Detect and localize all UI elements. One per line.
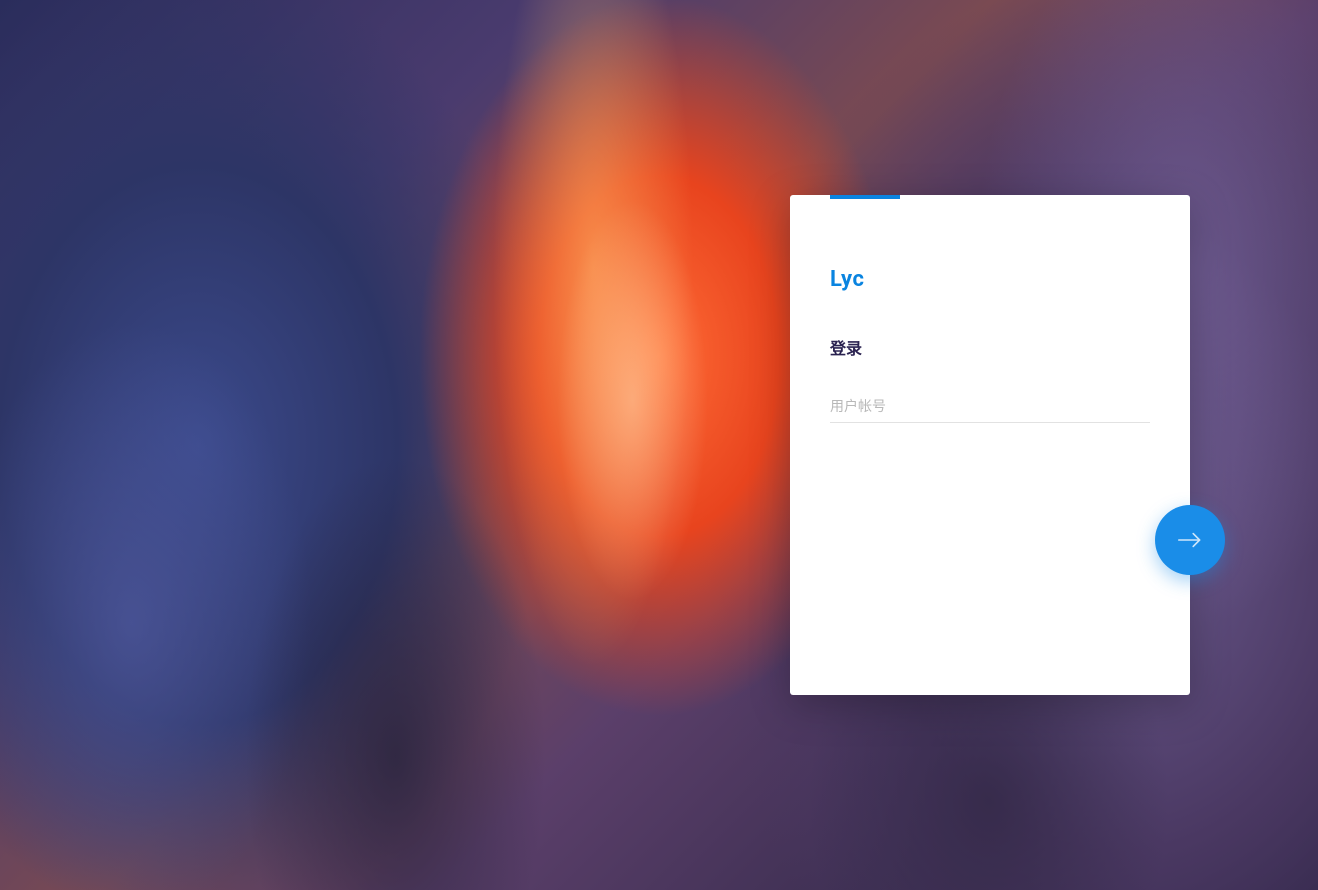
login-title: 登录 [830, 335, 862, 359]
submit-button[interactable] [1155, 505, 1225, 575]
accent-bar [830, 195, 900, 199]
arrow-right-icon [1174, 524, 1206, 556]
username-input[interactable] [830, 390, 1150, 423]
brand-title: Lyc [830, 267, 864, 292]
username-field-wrap [830, 390, 1150, 423]
login-card: Lyc 登录 [790, 195, 1190, 695]
